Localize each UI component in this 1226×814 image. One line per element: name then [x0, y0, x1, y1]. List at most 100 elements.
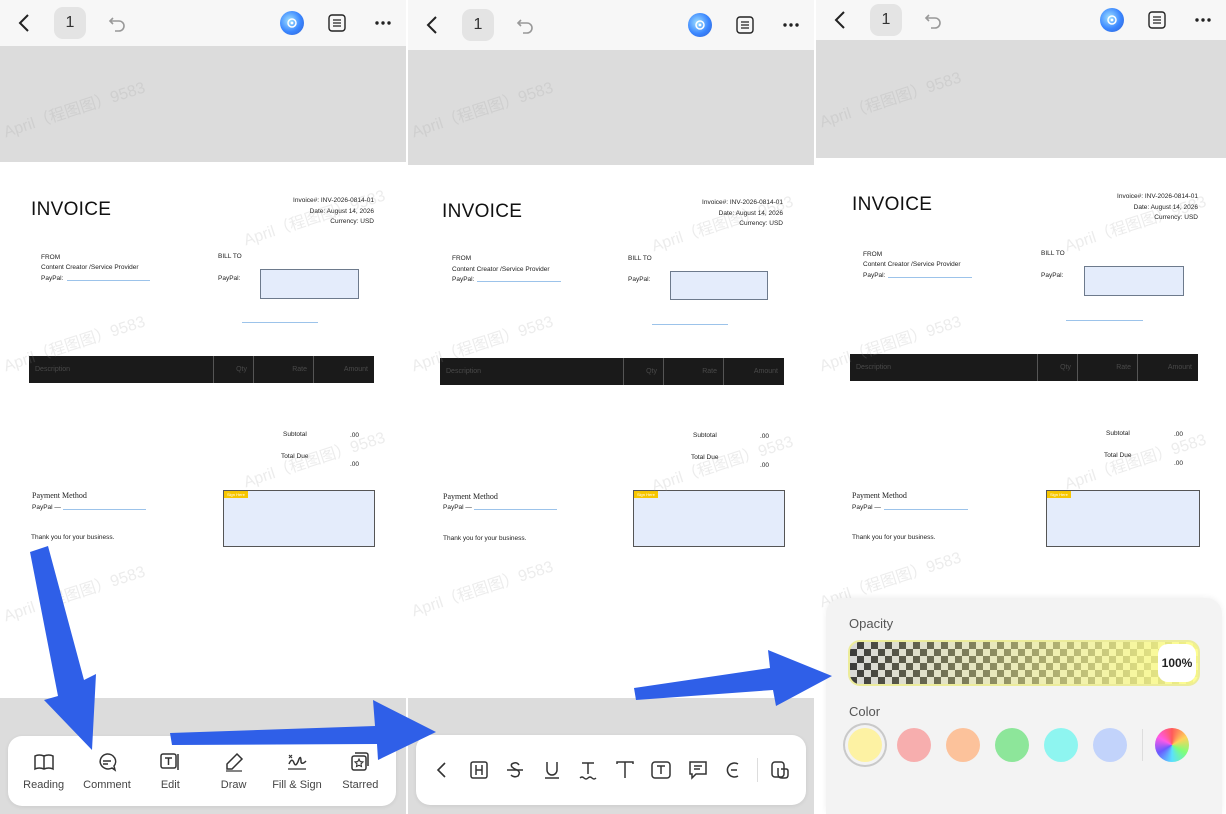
- total-due-value: .00: [1174, 460, 1184, 467]
- signature-field[interactable]: Sign Here: [633, 490, 785, 547]
- invoice-page: INVOICE Invoice#: INV-2026-0814-01 Date:…: [0, 162, 406, 698]
- comment-icon: [99, 753, 117, 772]
- col-qty: Qty: [624, 358, 664, 385]
- more-options-icon[interactable]: [370, 10, 396, 36]
- tool-starred[interactable]: Starred: [330, 751, 390, 791]
- star-box-icon: [351, 752, 370, 771]
- color-swatch[interactable]: [1093, 728, 1127, 762]
- items-table-header: Description Qty Rate Amount: [29, 356, 374, 383]
- strikethrough-icon[interactable]: [497, 754, 534, 786]
- invoice-number: Invoice#: INV-2026-0814-01: [293, 197, 374, 204]
- items-table-header: Description Qty Rate Amount: [850, 354, 1198, 381]
- back-icon[interactable]: [826, 6, 854, 34]
- invoice-date: Date: August 14, 2026: [718, 209, 783, 217]
- text-box-icon[interactable]: [643, 754, 680, 786]
- invoice-currency: Currency: USD: [739, 220, 783, 227]
- undo-icon[interactable]: [512, 12, 538, 38]
- from-paypal-field[interactable]: [888, 277, 972, 278]
- payment-paypal: PayPal —: [852, 504, 881, 511]
- ai-assistant-icon[interactable]: [688, 13, 712, 37]
- invoice-date: Date: August 14, 2026: [309, 207, 374, 215]
- pen-icon: [225, 752, 243, 772]
- invoice-currency: Currency: USD: [330, 218, 374, 225]
- color-swatch[interactable]: [1044, 728, 1078, 762]
- from-label: FROM: [863, 251, 883, 258]
- signature-field[interactable]: Sign Here: [223, 490, 375, 547]
- col-description: Description: [29, 356, 214, 383]
- text-icon[interactable]: [607, 754, 644, 786]
- total-due-label: Total Due: [281, 453, 309, 460]
- outline-list-icon[interactable]: [324, 10, 350, 36]
- col-description: Description: [850, 354, 1038, 381]
- tool-edit[interactable]: Edit: [140, 751, 200, 791]
- tool-reading[interactable]: Reading: [14, 751, 74, 791]
- undo-icon[interactable]: [104, 10, 130, 36]
- underline-icon[interactable]: [534, 754, 571, 786]
- col-amount: Amount: [753, 368, 778, 375]
- tool-comment[interactable]: Comment: [77, 751, 137, 791]
- highlight-icon[interactable]: [461, 754, 498, 786]
- page-number-button[interactable]: 1: [870, 4, 902, 36]
- top-bar: 1: [0, 0, 406, 46]
- color-swatch[interactable]: [848, 728, 882, 762]
- more-options-icon[interactable]: [1190, 7, 1216, 33]
- payment-method-label: Payment Method: [852, 491, 907, 500]
- signature-field[interactable]: Sign Here: [1046, 490, 1200, 547]
- color-swatch[interactable]: [897, 728, 931, 762]
- page-number-button[interactable]: 1: [462, 9, 494, 41]
- opacity-label: Opacity: [849, 616, 894, 631]
- from-paypal-label: PayPal:: [452, 276, 475, 283]
- payment-paypal: PayPal —: [443, 504, 472, 511]
- opacity-value: 100%: [1158, 644, 1196, 682]
- color-wheel-icon[interactable]: [1155, 728, 1189, 762]
- outline-list-icon[interactable]: [732, 12, 758, 38]
- col-amount: Amount: [343, 366, 368, 373]
- tool-draw[interactable]: Draw: [204, 751, 264, 791]
- back-icon[interactable]: [418, 11, 446, 39]
- color-swatch[interactable]: [946, 728, 980, 762]
- color-swatch[interactable]: [995, 728, 1029, 762]
- payment-paypal-field[interactable]: [884, 509, 968, 510]
- back-icon[interactable]: [10, 9, 38, 37]
- total-due-label: Total Due: [1104, 452, 1132, 459]
- tool-edit-label: Edit: [160, 779, 180, 791]
- tool-fill-sign[interactable]: Fill & Sign: [267, 751, 327, 791]
- bill-to-label: BILL TO: [218, 253, 242, 260]
- tap-hand-icon[interactable]: [761, 754, 798, 786]
- col-qty: Qty: [1038, 354, 1078, 381]
- invoice-meta: Invoice#: INV-2026-0814-01 Date: August …: [1117, 192, 1198, 224]
- eraser-icon[interactable]: [716, 754, 753, 786]
- bill-to-field[interactable]: [1084, 266, 1184, 296]
- outline-list-icon[interactable]: [1144, 7, 1170, 33]
- more-options-icon[interactable]: [778, 12, 804, 38]
- bill-extra-field[interactable]: [242, 322, 318, 323]
- ai-assistant-icon[interactable]: [1100, 8, 1124, 32]
- ai-assistant-icon[interactable]: [280, 11, 304, 35]
- comment-toolbar: [416, 735, 806, 805]
- payment-paypal-field[interactable]: [63, 509, 146, 510]
- tool-starred-label: Starred: [342, 779, 379, 791]
- main-toolbar: Reading Comment Edit Draw Fill & Sign St…: [8, 736, 396, 806]
- from-paypal-field[interactable]: [67, 280, 150, 281]
- payment-paypal-field[interactable]: [474, 509, 557, 510]
- bill-to-field[interactable]: [260, 269, 359, 299]
- bill-to-field[interactable]: [670, 271, 768, 300]
- back-chevron-icon[interactable]: [424, 754, 461, 786]
- page-number-button[interactable]: 1: [54, 7, 86, 39]
- bill-paypal-label: PayPal:: [628, 276, 651, 283]
- from-paypal-field[interactable]: [477, 281, 561, 282]
- subtotal-label: Subtotal: [693, 432, 717, 439]
- toolbar-separator: [756, 758, 758, 782]
- bill-extra-field[interactable]: [652, 324, 728, 325]
- thank-you-note: Thank you for your business.: [443, 535, 527, 542]
- squiggly-text-icon[interactable]: [570, 754, 607, 786]
- from-name: Content Creator /Service Provider: [41, 264, 139, 271]
- thank-you-note: Thank you for your business.: [852, 534, 936, 541]
- opacity-slider[interactable]: 100%: [848, 640, 1200, 686]
- note-icon[interactable]: [680, 754, 717, 786]
- undo-icon[interactable]: [920, 7, 946, 33]
- subtotal-label: Subtotal: [1106, 430, 1130, 437]
- bill-paypal-label: PayPal:: [218, 275, 241, 282]
- bill-extra-field[interactable]: [1066, 320, 1143, 321]
- screenshot-stage: 1 INVOICE Invoice#: INV-2026-0814-01 Dat…: [0, 0, 1226, 814]
